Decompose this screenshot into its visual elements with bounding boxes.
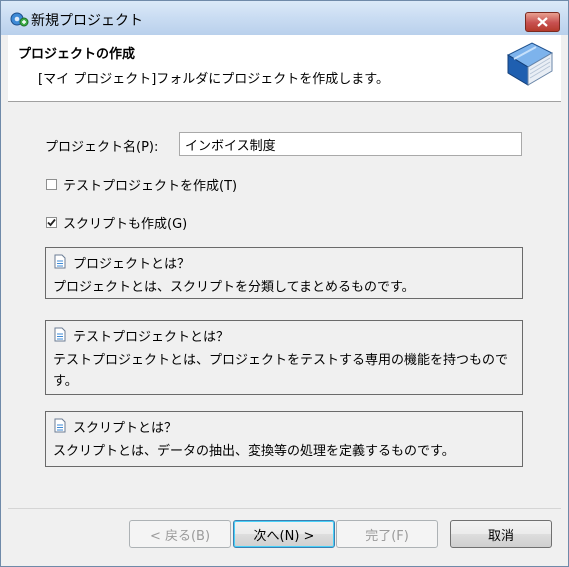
window-title: 新規プロジェクト	[31, 13, 143, 29]
document-icon	[54, 327, 66, 342]
script-checkbox[interactable]	[46, 217, 57, 228]
info-title: プロジェクトとは？	[73, 257, 191, 272]
app-gear-icon	[9, 10, 29, 28]
title-bar[interactable]: 新規プロジェクト	[1, 1, 568, 35]
next-button[interactable]: 次へ(N) >	[233, 520, 335, 548]
finish-button[interactable]: 完了(F)	[336, 520, 438, 548]
script-label[interactable]: スクリプトも作成(G)	[63, 213, 187, 232]
project-name-input[interactable]	[179, 132, 522, 156]
document-icon	[54, 418, 66, 433]
info-box-script: スクリプトとは？ スクリプトとは、データの抽出、変換等の処理を定義するものです。	[45, 411, 523, 467]
wizard-body: プロジェクト名(P): テストプロジェクトを作成(T) スクリプトも作成(G) …	[8, 102, 561, 507]
back-button[interactable]: < 戻る(B)	[129, 520, 231, 548]
close-button[interactable]	[525, 12, 560, 32]
page-title: プロジェクトの作成	[18, 47, 136, 62]
close-icon	[537, 17, 548, 27]
page-description: [マイ プロジェクト]フォルダにプロジェクトを作成します。	[38, 72, 389, 87]
document-icon	[54, 254, 66, 269]
info-body: テストプロジェクトとは、プロジェクトをテストする専用の機能を持つものです。	[53, 353, 509, 389]
info-title: スクリプトとは？	[73, 421, 178, 436]
info-body: プロジェクトとは、スクリプトを分類してまとめるものです。	[53, 280, 415, 295]
blue-book-icon	[502, 39, 556, 93]
info-title: テストプロジェクトとは？	[73, 330, 230, 345]
wizard-header: プロジェクトの作成 [マイ プロジェクト]フォルダにプロジェクトを作成します。	[8, 35, 561, 102]
dialog-window: 新規プロジェクト プロジェクトの作成 [マイ プロジェクト]フォルダにプロジェク…	[0, 0, 569, 567]
info-box-test-project: テストプロジェクトとは？ テストプロジェクトとは、プロジェクトをテストする専用の…	[45, 320, 523, 395]
test-project-checkbox[interactable]	[46, 179, 57, 190]
test-project-label[interactable]: テストプロジェクトを作成(T)	[63, 175, 237, 194]
project-name-label: プロジェクト名(P):	[45, 140, 159, 155]
checkmark-icon	[47, 218, 56, 227]
cancel-button[interactable]: 取消	[450, 520, 552, 548]
info-body: スクリプトとは、データの抽出、変換等の処理を定義するものです。	[53, 444, 455, 459]
button-bar: < 戻る(B) 次へ(N) > 完了(F) 取消	[8, 508, 561, 560]
info-box-project: プロジェクトとは？ プロジェクトとは、スクリプトを分類してまとめるものです。	[45, 247, 523, 299]
